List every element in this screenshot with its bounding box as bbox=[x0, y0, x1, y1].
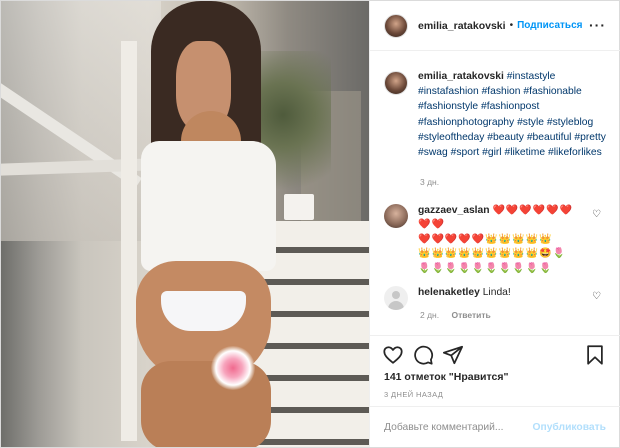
hashtag-link[interactable]: #styleoftheday bbox=[418, 132, 484, 143]
hashtag-link[interactable]: #fashionstyle bbox=[418, 101, 478, 112]
likes-count[interactable]: 141 отметок "Нравится" bbox=[384, 371, 508, 383]
avatar[interactable] bbox=[384, 13, 408, 38]
header-username[interactable]: emilia_ratakovski bbox=[418, 20, 506, 32]
publish-button[interactable]: Опубликовать bbox=[532, 422, 606, 433]
heart-icon[interactable] bbox=[382, 344, 404, 366]
hashtag-link[interactable]: #style bbox=[517, 117, 544, 128]
caption: emilia_ratakovski #instastyle #instafash… bbox=[384, 69, 610, 160]
post-side-panel: emilia_ratakovski • Подписаться ··· emil… bbox=[369, 1, 620, 447]
comment-body: helenaketley Linda! bbox=[418, 286, 584, 310]
comment-icon[interactable] bbox=[412, 344, 434, 366]
hashtag-link[interactable]: #fashionphotography bbox=[418, 117, 514, 128]
reply-button[interactable]: Ответить bbox=[451, 310, 490, 320]
comment-text: 👑👑👑👑👑👑👑👑👑🤩🌷 bbox=[418, 248, 566, 260]
comment-username[interactable]: gazzaev_aslan bbox=[418, 205, 490, 216]
instagram-post: emilia_ratakovski • Подписаться ··· emil… bbox=[0, 0, 620, 448]
hashtag-link[interactable]: #fashionable bbox=[523, 86, 581, 97]
hashtag-link[interactable]: #liketime bbox=[504, 147, 545, 158]
bookmark-icon[interactable] bbox=[584, 344, 606, 366]
photo-post bbox=[121, 41, 137, 441]
avatar[interactable] bbox=[384, 71, 408, 95]
action-bar bbox=[370, 335, 620, 369]
comment-meta: 2 дн. Ответить bbox=[420, 310, 491, 320]
hashtag-link[interactable]: #beautiful bbox=[527, 132, 572, 143]
comment-text: ❤️❤️❤️❤️❤️👑👑👑👑👑 bbox=[418, 233, 553, 245]
comment-input[interactable] bbox=[384, 421, 533, 433]
hashtag-link[interactable]: #fashion bbox=[482, 86, 521, 97]
hashtag-link[interactable]: #beauty bbox=[487, 132, 524, 143]
add-comment-bar: Опубликовать bbox=[370, 406, 620, 447]
comment-like-icon[interactable]: ♡ bbox=[592, 291, 601, 302]
post-header: emilia_ratakovski • Подписаться ··· bbox=[370, 1, 620, 51]
photo-pot bbox=[284, 194, 314, 220]
comment-item: gazzaev_aslan ❤️❤️❤️❤️❤️❤️❤️❤️ ❤️❤️❤️❤️❤… bbox=[384, 204, 610, 276]
hashtag-link[interactable]: #pretty bbox=[574, 132, 605, 143]
header-separator: • bbox=[509, 20, 514, 31]
comment-body: gazzaev_aslan ❤️❤️❤️❤️❤️❤️❤️❤️ ❤️❤️❤️❤️❤… bbox=[418, 204, 584, 276]
photo-wall bbox=[1, 1, 161, 241]
more-options-icon[interactable]: ··· bbox=[589, 17, 606, 33]
post-photo[interactable] bbox=[1, 1, 369, 447]
avatar[interactable] bbox=[384, 204, 408, 228]
caption-time: 3 дн. bbox=[420, 177, 440, 187]
photo-top bbox=[141, 141, 276, 271]
hashtag-link[interactable]: #instastyle bbox=[507, 71, 556, 82]
hashtag-link[interactable]: #fashionpost bbox=[481, 101, 539, 112]
photo-flower bbox=[211, 346, 255, 390]
comment-time: 2 дн. bbox=[420, 310, 440, 320]
comment-item: helenaketley Linda! bbox=[384, 286, 610, 310]
follow-button[interactable]: Подписаться bbox=[517, 20, 582, 31]
share-icon[interactable] bbox=[442, 344, 464, 366]
comment-text: 🌷🌷🌷🌷🌷🌷🌷🌷🌷🌷 bbox=[418, 262, 553, 274]
caption-username[interactable]: emilia_ratakovski bbox=[418, 71, 504, 82]
post-timestamp: 3 ДНЕЙ НАЗАД bbox=[384, 390, 444, 399]
hashtag-link[interactable]: #likeforlikes bbox=[548, 147, 602, 158]
avatar[interactable] bbox=[384, 286, 408, 310]
photo-bottom bbox=[161, 291, 246, 331]
comment-username[interactable]: helenaketley bbox=[418, 287, 480, 298]
comment-like-icon[interactable]: ♡ bbox=[592, 209, 601, 220]
hashtag-link[interactable]: #swag bbox=[418, 147, 448, 158]
caption-body: emilia_ratakovski #instastyle #instafash… bbox=[418, 69, 608, 160]
hashtag-link[interactable]: #sport bbox=[451, 147, 480, 158]
comment-text: Linda! bbox=[482, 287, 511, 298]
hashtag-link[interactable]: #girl bbox=[482, 147, 501, 158]
caption-hashtags: #instastyle #instafashion #fashion #fash… bbox=[418, 71, 606, 158]
hashtag-link[interactable]: #styleblog bbox=[547, 117, 593, 128]
hashtag-link[interactable]: #instafashion bbox=[418, 86, 479, 97]
